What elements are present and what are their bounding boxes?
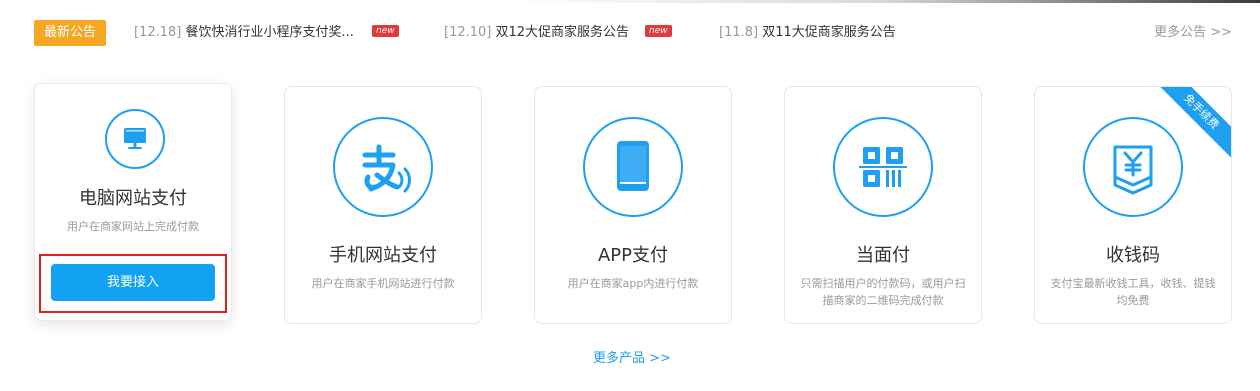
top-border bbox=[0, 0, 1260, 3]
alipay-logo-icon bbox=[333, 117, 433, 217]
notice-item-1[interactable]: [12.18] 餐饮快消行业小程序支付奖... bbox=[134, 25, 354, 41]
product-card-receive-code[interactable]: 免手续费 收钱码 支付宝最新收钱工具，收钱、提钱均免费 bbox=[1034, 86, 1232, 324]
mobile-phone-icon bbox=[583, 117, 683, 217]
card-title: 手机网站支付 bbox=[329, 245, 437, 266]
integrate-button[interactable]: 我要接入 bbox=[51, 264, 215, 301]
card-description: 用户在商家app内进行付款 bbox=[567, 277, 699, 290]
new-badge: new bbox=[372, 25, 399, 37]
more-notices-link[interactable]: 更多公告 >> bbox=[1154, 25, 1232, 41]
card-description: 用户在商家网站上完成付款 bbox=[67, 220, 199, 233]
highlight-frame: 我要接入 bbox=[39, 254, 227, 313]
product-card-pc-payment[interactable]: 电脑网站支付 用户在商家网站上完成付款 我要接入 bbox=[34, 83, 232, 321]
notice-item-2[interactable]: [12.10] 双12大促商家服务公告 bbox=[444, 25, 629, 41]
notice-date: [12.18] bbox=[134, 25, 182, 40]
notice-text: 餐饮快消行业小程序支付奖... bbox=[185, 25, 354, 40]
card-description: 支付宝最新收钱工具，收钱、提钱均免费 bbox=[1050, 277, 1216, 307]
card-title: 电脑网站支付 bbox=[79, 188, 187, 209]
new-badge: new bbox=[645, 25, 672, 37]
product-card-face-to-face-payment[interactable]: 当面付 只需扫描用户的付款码，或用户扫描商家的二维码完成付款 bbox=[784, 86, 982, 324]
product-card-app-payment[interactable]: APP支付 用户在商家app内进行付款 bbox=[534, 86, 732, 324]
qr-code-icon bbox=[833, 117, 933, 217]
computer-icon bbox=[105, 109, 165, 169]
notice-text: 双12大促商家服务公告 bbox=[495, 25, 630, 40]
card-title: APP支付 bbox=[597, 245, 669, 266]
notice-date: [11.8] bbox=[719, 25, 759, 40]
notice-date: [12.10] bbox=[444, 25, 492, 40]
card-title: 收钱码 bbox=[1106, 245, 1160, 266]
notice-text: 双11大促商家服务公告 bbox=[762, 25, 896, 40]
yuan-code-icon bbox=[1083, 117, 1183, 217]
more-products-link[interactable]: 更多产品 >> bbox=[593, 351, 671, 367]
latest-notice-badge: 最新公告 bbox=[34, 20, 106, 46]
notice-item-3[interactable]: [11.8] 双11大促商家服务公告 bbox=[719, 25, 896, 41]
card-description: 只需扫描用户的付款码，或用户扫描商家的二维码完成付款 bbox=[800, 277, 966, 307]
card-title: 当面付 bbox=[856, 245, 910, 266]
card-description: 用户在商家手机网站进行付款 bbox=[311, 277, 455, 290]
product-card-mobile-web-payment[interactable]: 手机网站支付 用户在商家手机网站进行付款 bbox=[284, 86, 482, 324]
